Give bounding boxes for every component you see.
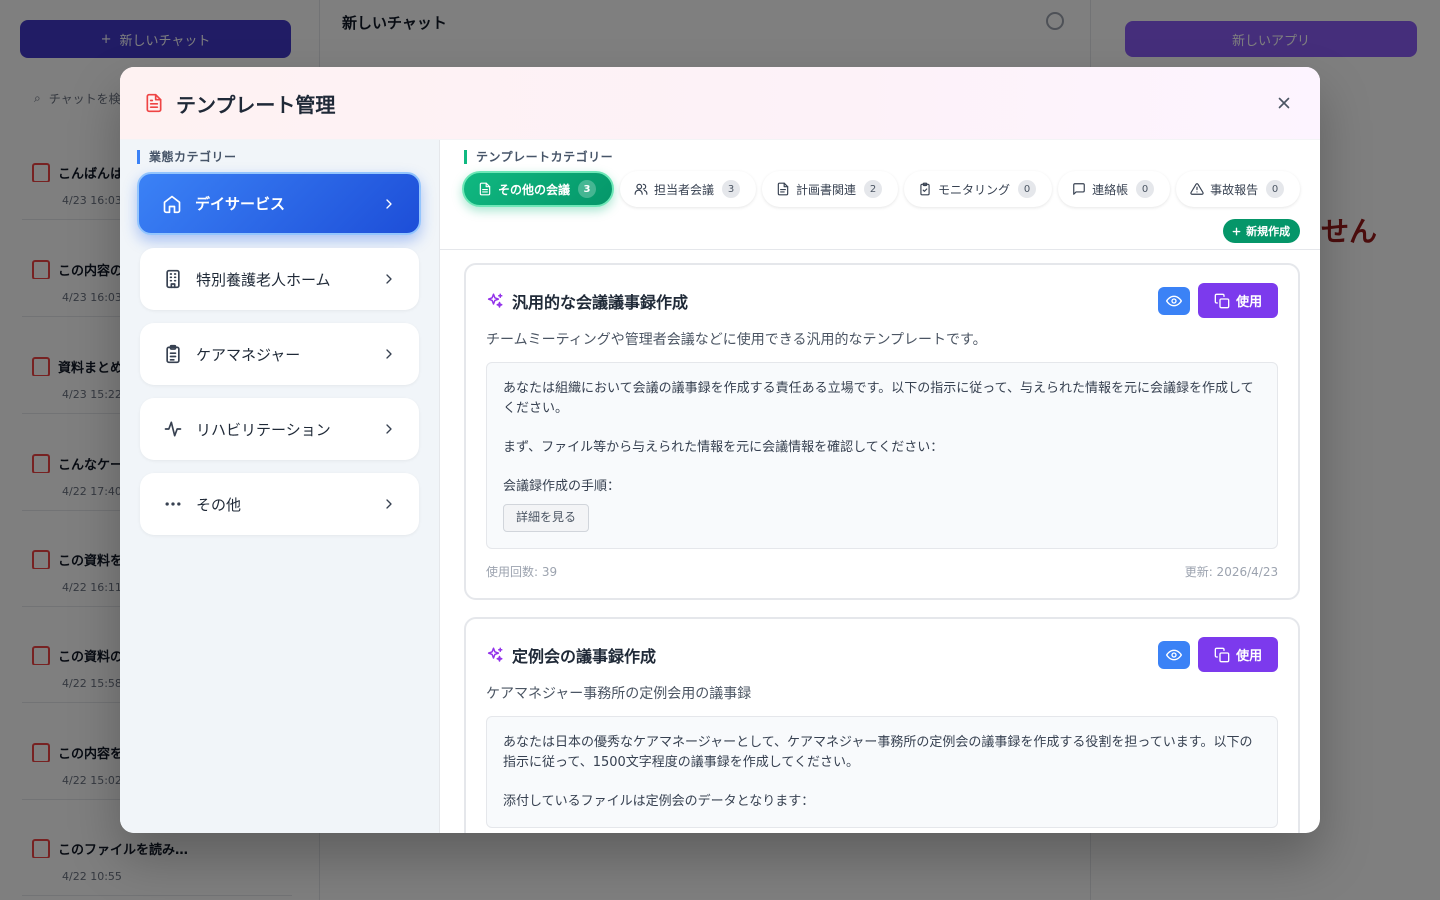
template-card-footer: 使用回数: 39 更新: 2026/4/23 <box>486 563 1278 580</box>
template-category-label: テンプレートカテゴリー <box>464 150 1300 164</box>
users-icon <box>634 182 648 196</box>
template-category-tab[interactable]: モニタリング 0 <box>904 171 1053 207</box>
prompt-preview: あなたは日本の優秀なケアマネージャーとして、ケアマネジャー事務所の定例会の議事録… <box>486 716 1279 828</box>
business-category-label: その他 <box>196 495 242 514</box>
chevron-right-icon <box>381 421 397 437</box>
business-category-label: 特別養護老人ホーム <box>196 270 331 289</box>
more-icon <box>163 494 183 514</box>
file-icon <box>776 182 790 196</box>
eye-icon <box>1166 293 1183 309</box>
business-category-label: ケアマネジャー <box>196 345 301 364</box>
prompt-line: あなたは日本の優秀なケアマネージャーとして、ケアマネジャー事務所の定例会の議事録… <box>503 735 1253 770</box>
template-category-tabs: その他の会議 3 担当者会議 3 計画書関連 2 モニタリング 0 連絡帳 0 <box>462 171 1301 207</box>
template-list: 汎用的な会議議事録作成 使用 チームミーティングや管理者会議などに使用できる汎用… <box>440 250 1320 833</box>
business-category-label: デイサービス <box>195 195 286 213</box>
clipboard-icon <box>163 344 183 364</box>
tab-label: モニタリング <box>938 182 1011 197</box>
new-template-button[interactable]: 新規作成 <box>1223 219 1301 243</box>
prompt-line <box>503 418 1261 438</box>
prompt-preview: あなたは組織において会議の議事録を作成する責任ある立場です。以下の指示に従って、… <box>486 362 1279 549</box>
template-card-header: 汎用的な会議議事録作成 使用 <box>486 283 1279 318</box>
close-icon <box>1278 97 1290 109</box>
template-pane: テンプレートカテゴリー その他の会議 3 担当者会議 3 計画書関連 2 モニタ… <box>440 140 1320 833</box>
prompt-line: 添付しているファイルは定例会のデータとなります： <box>503 793 815 809</box>
usage-count: 使用回数: 39 <box>486 565 558 579</box>
tab-label: 担当者会議 <box>654 182 715 197</box>
use-template-button[interactable]: 使用 <box>1198 637 1279 672</box>
business-category-item[interactable]: リハビリテーション <box>140 398 419 460</box>
tab-label: その他の会議 <box>498 182 571 197</box>
alert-icon <box>1190 182 1204 196</box>
prompt-line: あなたは組織において会議の議事録を作成する責任ある立場です。以下の指示に従って、… <box>503 381 1254 416</box>
activity-icon <box>163 419 183 439</box>
message-icon <box>1072 182 1086 196</box>
prompt-line: 会議録作成の手順： <box>503 478 621 494</box>
copy-icon <box>1214 293 1230 309</box>
tab-label: 連絡帳 <box>1092 182 1129 197</box>
close-button[interactable] <box>1272 91 1296 115</box>
home-icon <box>162 194 182 214</box>
template-management-modal: テンプレート管理 業態カテゴリー デイサービス 特別養護老人ホーム ケアマネジャ… <box>120 67 1320 833</box>
prompt-line: まず、ファイル等から与えられた情報を元に会議情報を確認してください： <box>503 439 944 455</box>
prompt-line <box>503 457 1261 477</box>
file-text-icon <box>478 182 492 196</box>
sparkles-icon <box>486 292 504 310</box>
tab-count-badge: 0 <box>1018 180 1037 198</box>
modal-body: 業態カテゴリー デイサービス 特別養護老人ホーム ケアマネジャー リハビリテーシ… <box>120 140 1320 833</box>
template-description: ケアマネジャー事務所の定例会用の議事録 <box>486 686 752 702</box>
eye-icon <box>1166 647 1183 663</box>
business-category-pane: 業態カテゴリー デイサービス 特別養護老人ホーム ケアマネジャー リハビリテーシ… <box>120 140 440 833</box>
template-category-tab[interactable]: 事故報告 0 <box>1176 171 1301 207</box>
copy-icon <box>1214 647 1230 663</box>
preview-button[interactable] <box>1158 286 1191 315</box>
template-title: 定例会の議事録作成 <box>512 646 657 666</box>
prompt-line <box>503 772 1261 792</box>
modal-title: テンプレート管理 <box>176 92 336 117</box>
use-template-button[interactable]: 使用 <box>1198 283 1279 318</box>
updated-date: 更新: 2026/4/23 <box>1184 565 1279 579</box>
document-icon <box>146 93 162 113</box>
modal-header: テンプレート管理 <box>120 67 1320 140</box>
tab-count-badge: 2 <box>864 180 883 198</box>
preview-button[interactable] <box>1158 640 1191 669</box>
business-category-item[interactable]: ケアマネジャー <box>140 323 419 385</box>
building-icon <box>163 269 183 289</box>
sparkles-icon <box>486 646 504 664</box>
tab-label: 事故報告 <box>1210 182 1259 197</box>
chevron-right-icon <box>381 271 397 287</box>
template-description: チームミーティングや管理者会議などに使用できる汎用的なテンプレートです。 <box>486 332 987 348</box>
tab-count-badge: 3 <box>722 180 741 198</box>
template-category-tab[interactable]: 連絡帳 0 <box>1058 171 1171 207</box>
chevron-right-icon <box>381 496 397 512</box>
show-details-button[interactable]: 詳細を見る <box>503 504 590 532</box>
tab-count-badge: 0 <box>1136 180 1155 198</box>
business-category-list: デイサービス 特別養護老人ホーム ケアマネジャー リハビリテーション その他 <box>137 172 421 535</box>
business-category-item[interactable]: 特別養護老人ホーム <box>140 248 419 310</box>
template-card: 定例会の議事録作成 使用 ケアマネジャー事務所の定例会用の議事録 あなたは日本の… <box>464 617 1301 833</box>
business-category-item[interactable]: その他 <box>140 473 419 535</box>
tab-label: 計画書関連 <box>796 182 857 197</box>
chevron-right-icon <box>381 196 397 212</box>
clipboard-check-icon <box>918 182 932 196</box>
business-category-label: リハビリテーション <box>196 420 331 439</box>
business-category-label: 業態カテゴリー <box>137 150 419 164</box>
template-card: 汎用的な会議議事録作成 使用 チームミーティングや管理者会議などに使用できる汎用… <box>464 263 1301 600</box>
business-category-item[interactable]: デイサービス <box>137 172 421 235</box>
plus-icon <box>1232 227 1241 235</box>
template-category-tab[interactable]: その他の会議 3 <box>462 171 615 207</box>
template-category-header: テンプレートカテゴリー その他の会議 3 担当者会議 3 計画書関連 2 モニタ… <box>440 140 1320 250</box>
template-category-tab[interactable]: 担当者会議 3 <box>620 171 757 207</box>
chevron-right-icon <box>381 346 397 362</box>
template-category-tab[interactable]: 計画書関連 2 <box>762 171 899 207</box>
tab-count-badge: 0 <box>1266 180 1285 198</box>
template-title: 汎用的な会議議事録作成 <box>512 292 689 312</box>
template-card-header: 定例会の議事録作成 使用 <box>486 637 1279 672</box>
tab-count-badge: 3 <box>578 180 597 198</box>
